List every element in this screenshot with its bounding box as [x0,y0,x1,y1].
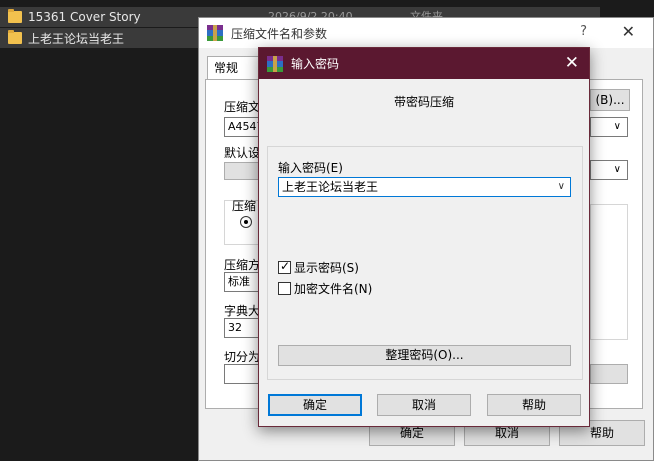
show-password-label: 显示密码(S) [294,261,359,275]
titlebar: 输入密码 ✕ [259,48,589,79]
profile-select[interactable]: ∨ [590,160,628,180]
folder-icon [8,30,22,44]
organize-passwords-button[interactable]: 整理密码(O)... [278,345,571,366]
default-profile-label: 默认设 [224,146,261,160]
dialog-title: 压缩文件名和参数 [231,26,328,41]
winrar-icon [267,55,283,72]
help-icon[interactable]: ? [580,24,587,39]
archive-name-label: 压缩文 [224,100,261,114]
close-icon[interactable]: ✕ [622,22,635,41]
password-label: 输入密码(E) [278,161,343,175]
list-item-name: 上老王论坛当老王 [28,31,125,46]
list-item-name: 15361 Cover Story [28,10,141,24]
encrypt-names-label: 加密文件名(N) [294,282,373,296]
checkbox-unchecked-icon[interactable] [278,282,291,295]
encrypt-names-checkbox[interactable]: 加密文件名(N) [278,280,372,297]
browse-button[interactable]: (B)... [590,89,630,111]
update-mode-select[interactable]: ∨ [590,117,628,137]
split-label: 切分为 [224,350,261,364]
dialog-header: 带密码压缩 [393,95,454,109]
checkbox-checked-icon[interactable] [278,259,291,274]
rar-radio[interactable] [240,216,252,228]
winrar-icon [207,25,223,41]
password-dialog: 输入密码 ✕ 带密码压缩 输入密码(E) 上老王论坛当老王 ∨ 显示密码(S) … [258,47,590,427]
format-label: 压缩 [232,199,257,213]
method-label: 压缩方 [224,258,261,272]
show-password-checkbox[interactable]: 显示密码(S) [278,259,359,276]
chevron-down-icon: ∨ [613,121,621,132]
password-value: 上老王论坛当老王 [282,180,379,194]
dialog-title: 输入密码 [291,57,340,71]
dictionary-label: 字典大 [224,304,261,318]
cancel-button[interactable]: 取消 [377,394,471,416]
chevron-down-icon: ∨ [613,164,621,175]
folder-icon [8,9,22,23]
titlebar: 压缩文件名和参数 ? ✕ [199,18,653,48]
close-icon[interactable]: ✕ [565,53,579,73]
options-list [590,204,628,340]
chevron-down-icon[interactable]: ∨ [558,178,565,196]
ok-button[interactable]: 确定 [268,394,362,416]
tab-general[interactable]: 常规 [207,56,263,80]
list-item[interactable]: 上老王论坛当老王 [0,28,198,48]
set-password-button[interactable] [590,364,628,384]
password-combobox[interactable]: 上老王论坛当老王 ∨ [278,177,571,197]
help-button[interactable]: 帮助 [487,394,581,416]
password-group: 输入密码(E) 上老王论坛当老王 ∨ 显示密码(S) 加密文件名(N) 整理密码… [267,146,583,380]
